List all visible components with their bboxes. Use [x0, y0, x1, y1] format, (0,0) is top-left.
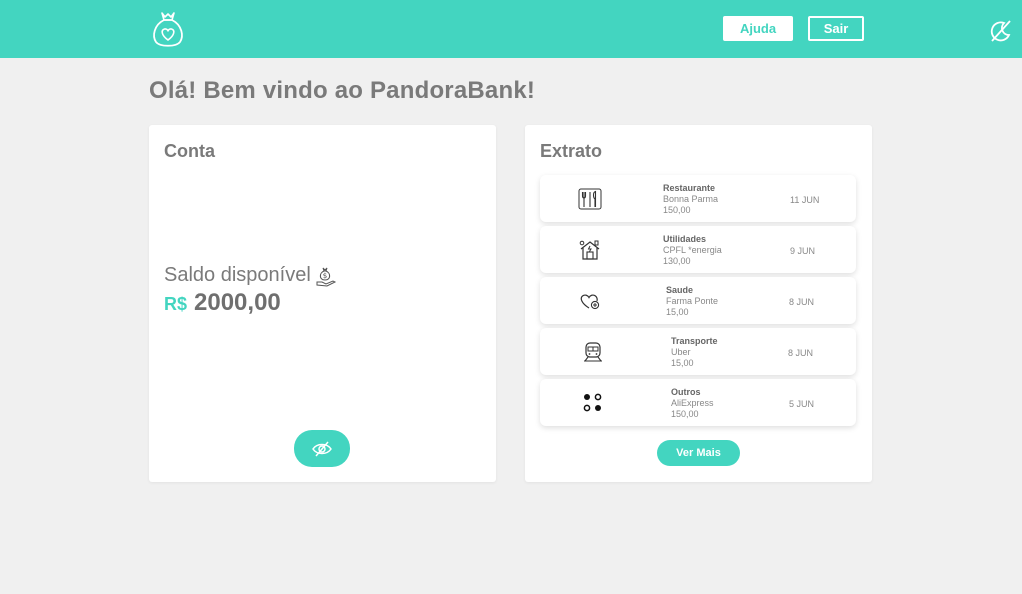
- statement-item[interactable]: Utilidades CPFL *energia 130,00 9 JUN: [540, 226, 856, 273]
- page-title: Olá! Bem vindo ao PandoraBank!: [149, 77, 536, 104]
- tx-description: AliExpress: [671, 398, 714, 408]
- tx-category: Utilidades: [663, 234, 707, 244]
- tx-info: Utilidades CPFL *energia 130,00: [663, 234, 722, 267]
- tx-info: Restaurante Bonna Parma 150,00: [663, 183, 718, 216]
- help-button[interactable]: Ajuda: [723, 16, 793, 41]
- tx-date: 8 JUN: [788, 348, 814, 358]
- tx-amount: 15,00: [666, 307, 689, 317]
- fork-knife-icon: [578, 188, 602, 210]
- tx-date: 11 JUN: [790, 195, 820, 205]
- house-energy-icon: [579, 240, 600, 260]
- balance-label-row: Saldo disponível $: [164, 264, 337, 287]
- tx-info: Outros AliExpress 150,00: [671, 387, 714, 420]
- statement-item[interactable]: Restaurante Bonna Parma 150,00 11 JUN: [540, 175, 856, 222]
- tx-amount: 150,00: [663, 205, 691, 215]
- tx-amount: 150,00: [671, 409, 699, 419]
- account-title: Conta: [164, 141, 215, 161]
- account-card: Conta Saldo disponível $ R$ 2000,00: [149, 125, 496, 482]
- tx-category: Restaurante: [663, 183, 716, 193]
- statement-item[interactable]: Saude Farma Ponte 15,00 8 JUN: [540, 277, 856, 324]
- toggle-balance-visibility-button[interactable]: [294, 430, 350, 467]
- statement-item[interactable]: Transporte Uber 15,00 8 JUN: [540, 328, 856, 375]
- tx-description: Bonna Parma: [663, 194, 719, 204]
- tx-info: Transporte Uber 15,00: [671, 336, 718, 369]
- eye-slash-icon: [312, 441, 332, 456]
- tx-description: Farma Ponte: [666, 296, 719, 306]
- tx-amount: 130,00: [663, 256, 691, 266]
- tx-amount: 15,00: [671, 358, 694, 368]
- heart-health-icon: [580, 294, 600, 310]
- tx-category: Saude: [666, 285, 694, 295]
- tx-info: Saude Farma Ponte 15,00: [666, 285, 718, 318]
- statement-title: Extrato: [540, 141, 603, 161]
- tx-description: Uber: [671, 347, 691, 357]
- tx-category: Transporte: [671, 336, 718, 346]
- train-icon: [583, 342, 603, 362]
- four-dots-icon: [583, 393, 602, 412]
- moon-slash-icon[interactable]: [988, 18, 1014, 44]
- logout-button[interactable]: Sair: [808, 16, 864, 41]
- svg-text:$: $: [323, 272, 327, 280]
- tx-date: 9 JUN: [790, 246, 816, 256]
- currency-symbol: R$: [164, 294, 188, 314]
- see-more-button[interactable]: Ver Mais: [657, 440, 740, 466]
- balance-value: R$ 2000,00: [164, 289, 281, 317]
- money-bag-heart-icon[interactable]: [150, 9, 186, 49]
- tx-date: 5 JUN: [789, 399, 815, 409]
- statement-item[interactable]: Outros AliExpress 150,00 5 JUN: [540, 379, 856, 426]
- tx-date: 8 JUN: [789, 297, 815, 307]
- balance-amount: 2000,00: [194, 289, 281, 316]
- top-bar: Ajuda Sair: [0, 0, 1022, 58]
- money-hand-icon: $: [316, 267, 336, 287]
- tx-description: CPFL *energia: [663, 245, 722, 255]
- tx-category: Outros: [671, 387, 701, 397]
- statement-card: Extrato Restaurante Bonna Parma 150,00 1…: [525, 125, 872, 482]
- balance-label: Saldo disponível: [164, 264, 311, 286]
